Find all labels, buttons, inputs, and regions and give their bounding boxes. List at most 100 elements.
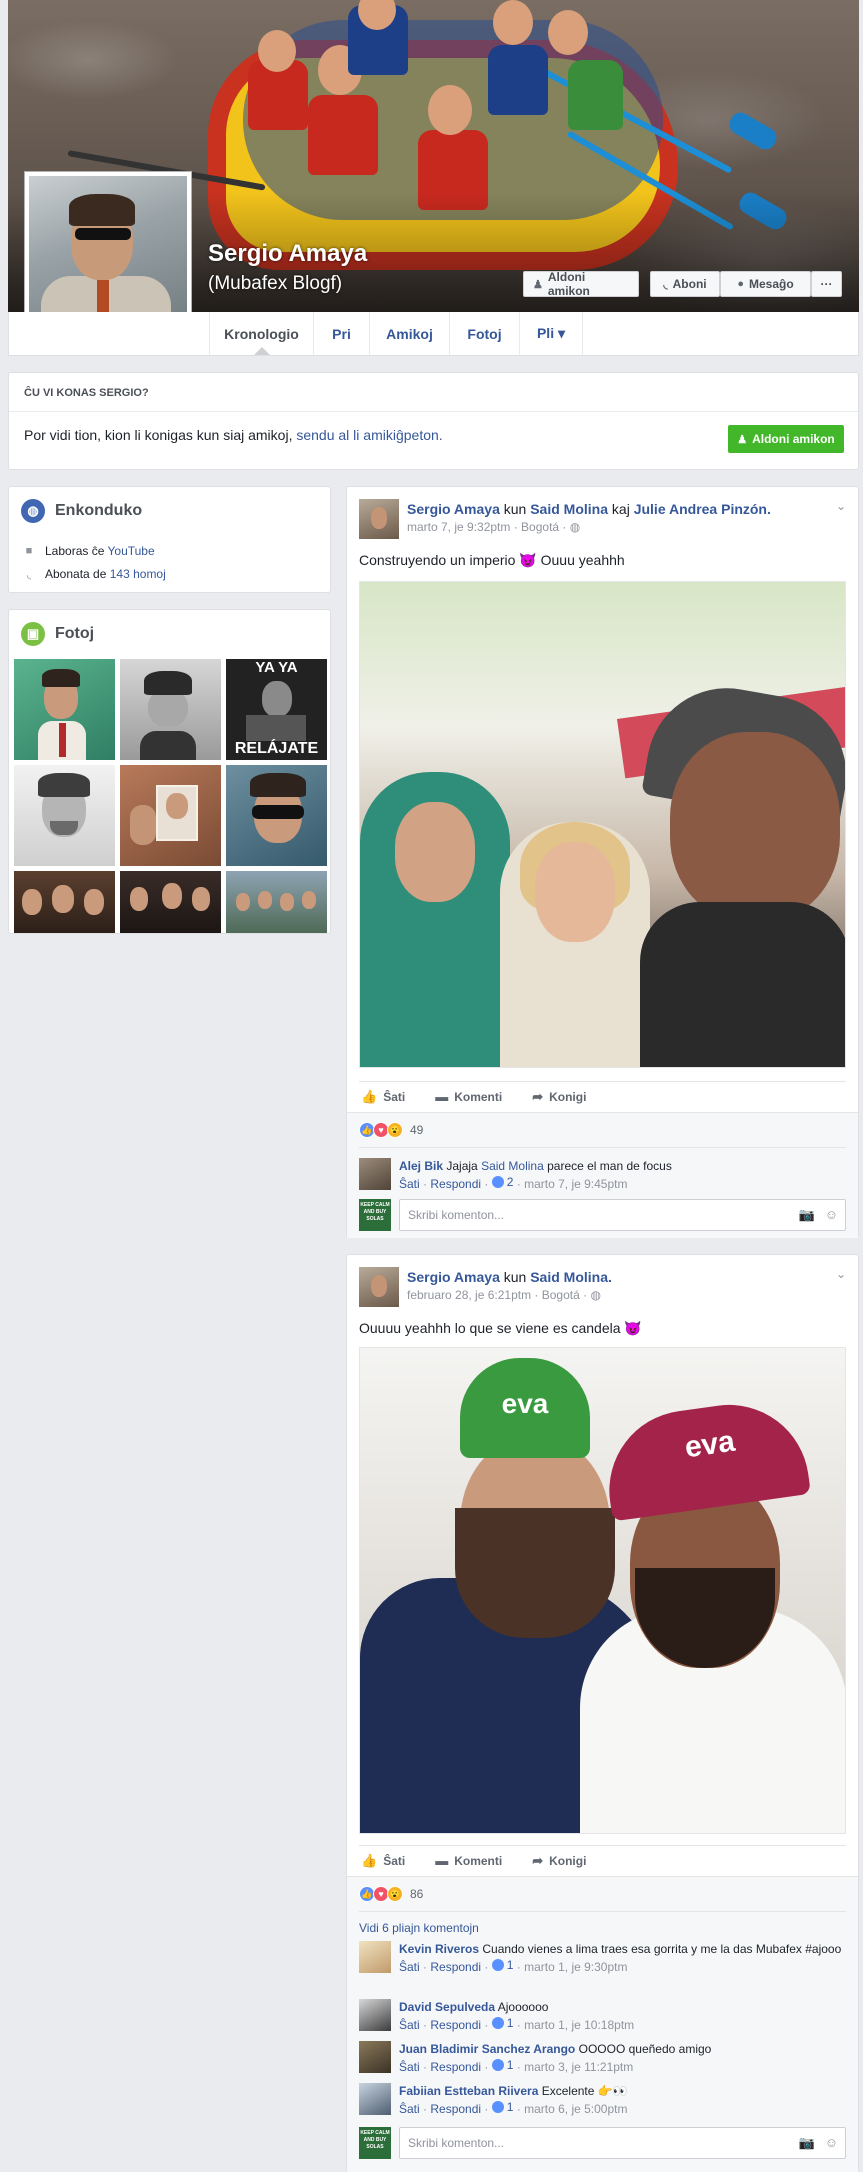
comment-time[interactable]: marto 1, je 9:30ptm [524, 1960, 627, 1974]
comment-author[interactable]: Fabiian Estteban Riivera [399, 2084, 538, 2098]
comment-like-count[interactable]: 1 [491, 2099, 513, 2115]
chevron-down-icon[interactable]: ⌄ [836, 499, 846, 513]
tab-more[interactable]: Pli ▾ [519, 312, 583, 355]
commenter-avatar[interactable] [359, 1941, 391, 1973]
like-badge-icon [491, 1176, 504, 1188]
comment-reply-link[interactable]: Respondi [430, 2102, 481, 2116]
comment-like-count[interactable]: 2 [491, 1174, 513, 1190]
photo-thumbnail[interactable] [120, 871, 221, 933]
photo-thumbnail[interactable] [120, 659, 221, 760]
post-timestamp[interactable]: februaro 28, je 6:21ptm · Bogotá · ◍ [407, 1288, 601, 1302]
camera-icon[interactable]: 📷 [799, 1207, 815, 1223]
profile-name[interactable]: Sergio Amaya [208, 240, 367, 268]
post-author[interactable]: Sergio Amaya [407, 501, 500, 517]
rafter-face [258, 30, 296, 72]
comment-like-link[interactable]: Ŝati [399, 1177, 420, 1191]
comment-button[interactable]: ▬ Komenti [435, 1853, 502, 1868]
comment-input[interactable]: Skribi komenton... [399, 1199, 846, 1231]
share-button[interactable]: ➦ Konigi [532, 1853, 586, 1869]
profile-sunglasses [75, 228, 131, 240]
commenter-avatar[interactable] [359, 1999, 391, 2031]
like-badge-icon [491, 1959, 504, 1971]
comment-author[interactable]: David Sepulveda [399, 2000, 495, 2014]
photo-thumbnail[interactable] [226, 765, 327, 866]
comment-reply-link[interactable]: Respondi [430, 2018, 481, 2032]
reaction-summary[interactable]: 👍 ♥ 😮 86 [359, 1886, 423, 1902]
like-button[interactable]: 👍 Ŝati [361, 1089, 405, 1105]
sticker-icon[interactable]: ☺ [825, 2135, 838, 2151]
photo-thumbnail[interactable] [226, 871, 327, 933]
tab-about[interactable]: Pri [313, 312, 369, 355]
comment-like-count[interactable]: 1 [491, 2015, 513, 2031]
do-you-know-box: ĈU VI KONAS SERGIO? Por vidi tion, kion … [8, 372, 859, 470]
comment-like-link[interactable]: Ŝati [399, 2102, 420, 2116]
send-friend-request-link[interactable]: sendu al li amikiĝpeton. [296, 427, 442, 443]
post-timestamp[interactable]: marto 7, je 9:32ptm · Bogotá · ◍ [407, 520, 580, 534]
profile-nav: Kronologio Pri Amikoj Fotoj Pli ▾ [8, 312, 859, 356]
post-author-avatar[interactable] [359, 1267, 399, 1307]
with-word: kun [503, 1269, 527, 1285]
commenter-avatar[interactable] [359, 1158, 391, 1190]
comment-author[interactable]: Kevin Riveros [399, 1942, 479, 1956]
comment-reply-link[interactable]: Respondi [430, 1177, 481, 1191]
work-link[interactable]: YouTube [108, 544, 155, 558]
comment-like-count[interactable]: 1 [491, 1957, 513, 1973]
like-button[interactable]: 👍 Ŝati [361, 1853, 405, 1869]
comment-like-link[interactable]: Ŝati [399, 1960, 420, 1974]
followers-link[interactable]: 143 homoj [110, 567, 166, 581]
comment-mention[interactable]: Said Molina [481, 1159, 544, 1173]
sticker-icon[interactable]: ☺ [825, 1207, 838, 1223]
do-you-know-text: Por vidi tion, kion li konigas kun siaj … [24, 427, 443, 443]
photo-icon: ▣ [21, 622, 45, 646]
comment-author[interactable]: Juan Bladimir Sanchez Arango [399, 2042, 575, 2056]
comment-reply-link[interactable]: Respondi [430, 1960, 481, 1974]
post-header: Sergio Amaya kun Said Molina kaj Julie A… [407, 501, 771, 517]
comment-reply-link[interactable]: Respondi [430, 2060, 481, 2074]
share-button[interactable]: ➦ Konigi [532, 1089, 586, 1105]
photo-thumbnail[interactable] [120, 765, 221, 866]
comment-time[interactable]: marto 7, je 9:45ptm [524, 1177, 627, 1191]
and-word: kaj [611, 501, 630, 517]
chevron-down-icon[interactable]: ⌄ [836, 1267, 846, 1281]
comment-like-link[interactable]: Ŝati [399, 2060, 420, 2074]
comment-time[interactable]: marto 6, je 5:00ptm [524, 2102, 627, 2116]
tab-photos[interactable]: Fotoj [449, 312, 519, 355]
camera-icon[interactable]: 📷 [799, 2135, 815, 2151]
follow-button[interactable]: ◟ Aboni [650, 271, 720, 297]
commenter-avatar[interactable] [359, 2041, 391, 2073]
divider [359, 1911, 846, 1912]
add-friend-button[interactable]: ♟ Aldoni amikon [523, 270, 639, 298]
photos-header[interactable]: ▣ Fotoj [21, 622, 94, 646]
post-author-avatar[interactable] [359, 499, 399, 539]
comment-input[interactable]: Skribi komenton... [399, 2127, 846, 2159]
view-more-comments-link[interactable]: Vidi 6 pliajn komentojn [359, 1921, 479, 1935]
more-button[interactable]: ··· [811, 271, 842, 297]
add-friend-green-label: Aldoni amikon [752, 432, 835, 446]
post-photo[interactable]: eva eva [359, 1347, 846, 1834]
comment-button[interactable]: ▬ Komenti [435, 1089, 502, 1104]
photos-card: ▣ Fotoj YA YA RELÁJATE [8, 609, 331, 934]
share-label: Konigi [549, 1089, 587, 1104]
tab-friends[interactable]: Amikoj [369, 312, 449, 355]
tagged-user[interactable]: Said Molina. [530, 1269, 612, 1285]
photo-thumbnail[interactable] [14, 871, 115, 933]
do-you-know-body: Por vidi tion, kion li konigas kun siaj … [24, 427, 293, 443]
tagged-user[interactable]: Julie Andrea Pinzón. [634, 501, 771, 517]
comment-author[interactable]: Alej Bik [399, 1159, 443, 1173]
comment-time[interactable]: marto 1, je 10:18ptm [524, 2018, 634, 2032]
tab-timeline[interactable]: Kronologio [209, 312, 313, 355]
add-friend-button-green[interactable]: ♟ Aldoni amikon [728, 425, 844, 453]
photo-thumbnail[interactable]: YA YA RELÁJATE [226, 659, 327, 760]
messenger-icon: ● [737, 278, 744, 290]
post-author[interactable]: Sergio Amaya [407, 1269, 500, 1285]
photo-thumbnail[interactable] [14, 765, 115, 866]
comment-like-link[interactable]: Ŝati [399, 2018, 420, 2032]
commenter-avatar[interactable] [359, 2083, 391, 2115]
message-button[interactable]: ● Mesaĝo [720, 271, 811, 297]
post-photo[interactable] [359, 581, 846, 1068]
comment-like-count[interactable]: 1 [491, 2057, 513, 2073]
tagged-user[interactable]: Said Molina [530, 501, 608, 517]
reaction-summary[interactable]: 👍 ♥ 😮 49 [359, 1122, 423, 1138]
photo-thumbnail[interactable] [14, 659, 115, 760]
comment-time[interactable]: marto 3, je 11:21ptm [524, 2060, 633, 2074]
